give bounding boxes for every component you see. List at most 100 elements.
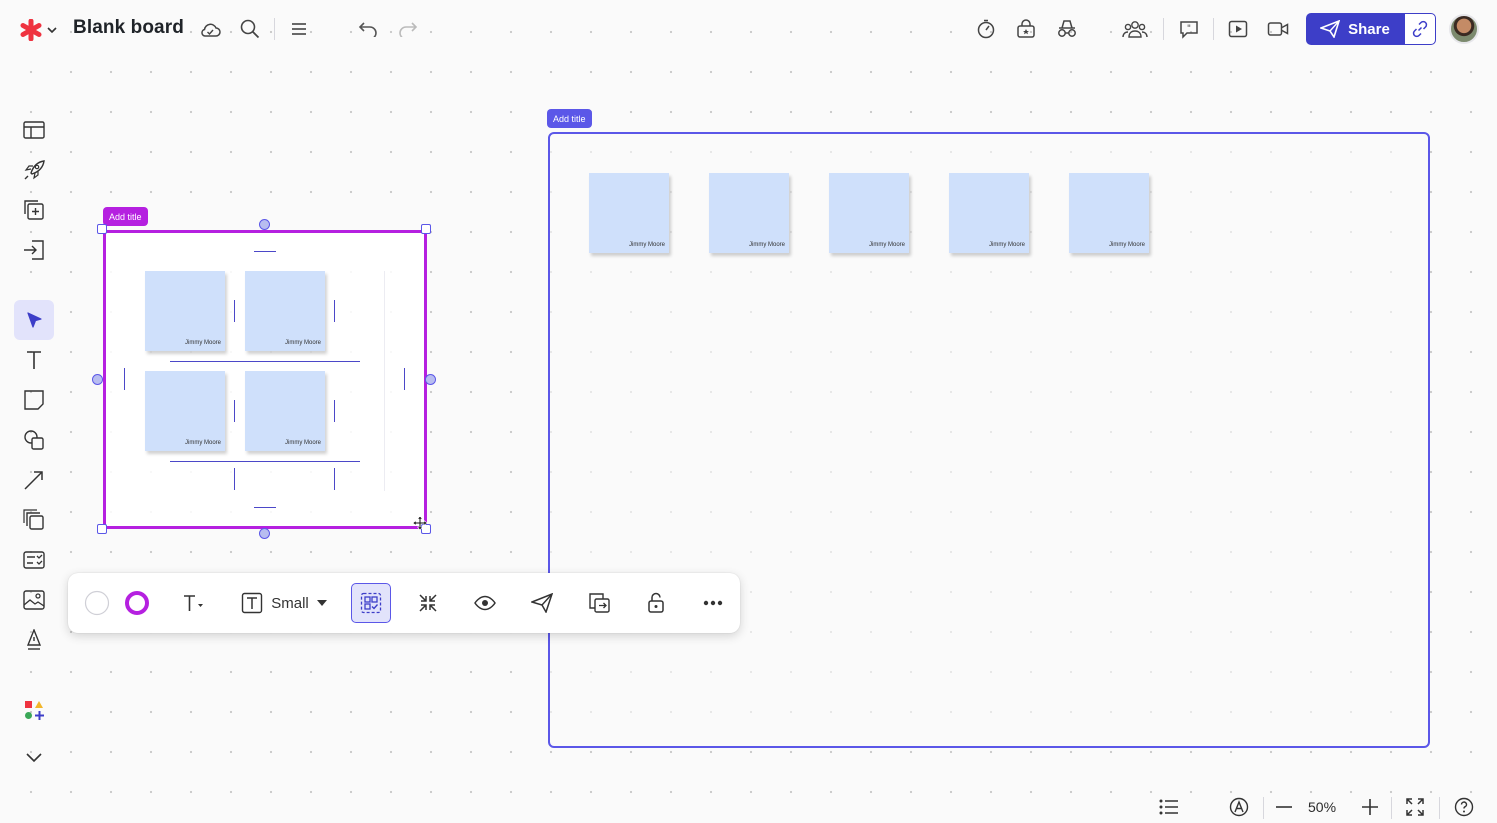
sticky-author: Jimmy Moore bbox=[748, 242, 785, 248]
spacing-guide bbox=[124, 368, 125, 390]
divider bbox=[1213, 18, 1214, 40]
template-icon[interactable] bbox=[14, 110, 54, 150]
integrations-icon[interactable] bbox=[14, 690, 54, 730]
sticky-note[interactable]: Jimmy Moore bbox=[589, 173, 669, 253]
frame-right[interactable]: Jimmy Moore Jimmy Moore Jimmy Moore Jimm… bbox=[548, 132, 1430, 748]
chevron-down-icon[interactable] bbox=[45, 23, 59, 37]
text-frame-icon bbox=[241, 592, 263, 614]
spacing-guide bbox=[234, 300, 235, 322]
spacing-guide bbox=[170, 361, 360, 362]
border-color-icon[interactable] bbox=[122, 583, 152, 623]
spacing-guide bbox=[334, 468, 335, 490]
text-icon[interactable] bbox=[14, 340, 54, 380]
context-toolbar: Small bbox=[68, 573, 740, 633]
spacing-guide bbox=[234, 400, 235, 422]
zoom-level[interactable]: 50% bbox=[1308, 799, 1336, 815]
divider bbox=[1439, 797, 1440, 819]
spacing-guide bbox=[254, 507, 276, 508]
spacing-guide bbox=[404, 368, 405, 390]
help-icon[interactable] bbox=[1452, 796, 1476, 818]
send-icon[interactable] bbox=[525, 583, 559, 623]
fill-color-icon[interactable] bbox=[82, 583, 112, 623]
add-frame-icon[interactable] bbox=[14, 190, 54, 230]
data-icon[interactable] bbox=[14, 540, 54, 580]
search-icon[interactable] bbox=[238, 17, 262, 41]
import-icon[interactable] bbox=[14, 230, 54, 270]
select-icon[interactable] bbox=[14, 300, 54, 340]
spacing-guide bbox=[170, 461, 360, 462]
list-icon[interactable] bbox=[1157, 796, 1181, 818]
copy-link-button[interactable] bbox=[1404, 13, 1436, 45]
frame-title-tag[interactable]: Add title bbox=[547, 109, 592, 128]
avatar[interactable] bbox=[1449, 14, 1479, 44]
collaborators-icon[interactable] bbox=[1121, 17, 1149, 41]
unlock-icon[interactable] bbox=[639, 583, 673, 623]
share-label: Share bbox=[1348, 20, 1390, 38]
text-style-icon[interactable] bbox=[178, 583, 210, 623]
board-title[interactable]: Blank board bbox=[73, 17, 184, 39]
resize-handle[interactable] bbox=[425, 374, 436, 385]
spacing-guide bbox=[384, 271, 385, 491]
spacing-guide bbox=[334, 400, 335, 422]
zoom-out-icon[interactable] bbox=[1273, 796, 1295, 818]
sticky-note[interactable]: Jimmy Moore bbox=[1069, 173, 1149, 253]
redo-icon[interactable] bbox=[396, 18, 420, 40]
sticky-note-icon[interactable] bbox=[14, 380, 54, 420]
sticky-note[interactable]: Jimmy Moore bbox=[145, 271, 225, 351]
present-icon[interactable] bbox=[1226, 17, 1250, 41]
resize-handle[interactable] bbox=[97, 224, 107, 234]
connector-icon[interactable] bbox=[14, 460, 54, 500]
rocket-icon[interactable] bbox=[14, 150, 54, 190]
layers-icon[interactable] bbox=[14, 500, 54, 540]
export-icon[interactable] bbox=[583, 583, 617, 623]
incognito-icon[interactable] bbox=[1054, 17, 1080, 41]
ink-icon[interactable] bbox=[14, 620, 54, 660]
sticky-author: Jimmy Moore bbox=[988, 242, 1025, 248]
sticky-note[interactable]: Jimmy Moore bbox=[245, 371, 325, 451]
frame-title-tag[interactable]: Add title bbox=[103, 207, 148, 226]
resize-handle[interactable] bbox=[421, 224, 431, 234]
spacing-guide bbox=[234, 468, 235, 490]
resize-handle[interactable] bbox=[92, 374, 103, 385]
cloud-sync-icon[interactable] bbox=[198, 18, 222, 42]
font-size-label: Small bbox=[271, 594, 309, 612]
caret-down-icon bbox=[316, 600, 327, 606]
sticky-author: Jimmy Moore bbox=[868, 242, 905, 248]
menu-icon[interactable] bbox=[288, 18, 310, 40]
sticky-note[interactable]: Jimmy Moore bbox=[709, 173, 789, 253]
frame-left-selected[interactable]: Jimmy Moore Jimmy Moore Jimmy Moore Jimm… bbox=[103, 230, 427, 529]
spacing-guide bbox=[254, 251, 276, 252]
image-icon[interactable] bbox=[14, 580, 54, 620]
resize-handle[interactable] bbox=[259, 528, 270, 539]
zoom-in-icon[interactable] bbox=[1359, 796, 1381, 818]
spacing-guide bbox=[334, 300, 335, 322]
shapes-icon[interactable] bbox=[14, 420, 54, 460]
accessibility-icon[interactable] bbox=[1227, 796, 1251, 818]
collapse-icon[interactable] bbox=[411, 583, 445, 623]
comment-icon[interactable]: " bbox=[1177, 17, 1201, 41]
link-icon bbox=[1411, 20, 1429, 38]
share-button[interactable]: Share bbox=[1306, 13, 1404, 45]
sticky-note[interactable]: Jimmy Moore bbox=[949, 173, 1029, 253]
text-frame-dropdown[interactable]: Small bbox=[236, 583, 332, 623]
visibility-icon[interactable] bbox=[468, 583, 502, 623]
move-cursor-icon bbox=[412, 515, 428, 531]
select-contents-icon[interactable] bbox=[351, 583, 391, 623]
resize-handle[interactable] bbox=[259, 219, 270, 230]
sticky-note[interactable]: Jimmy Moore bbox=[829, 173, 909, 253]
video-icon[interactable] bbox=[1266, 17, 1290, 41]
sticky-note[interactable]: Jimmy Moore bbox=[245, 271, 325, 351]
top-bar: Blank board " Share bbox=[0, 0, 1497, 58]
lock-box-icon[interactable] bbox=[1014, 17, 1038, 41]
send-icon bbox=[1320, 20, 1341, 38]
fit-screen-icon[interactable] bbox=[1403, 796, 1427, 818]
chevron-down-icon[interactable] bbox=[14, 738, 54, 778]
more-icon[interactable] bbox=[696, 583, 730, 623]
sticky-author: Jimmy Moore bbox=[184, 340, 221, 346]
timer-icon[interactable] bbox=[974, 17, 998, 41]
sticky-note[interactable]: Jimmy Moore bbox=[145, 371, 225, 451]
undo-icon[interactable] bbox=[356, 18, 380, 40]
resize-handle[interactable] bbox=[97, 524, 107, 534]
logo-icon[interactable] bbox=[18, 17, 44, 43]
divider bbox=[1391, 797, 1392, 819]
